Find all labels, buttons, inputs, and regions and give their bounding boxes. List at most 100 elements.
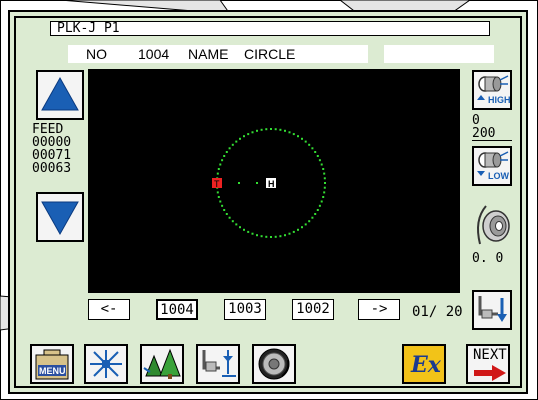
- menu-label: MENU: [39, 366, 66, 376]
- stitch-point: [324, 182, 326, 184]
- stitch-point: [297, 228, 299, 231]
- stitch-point: [221, 204, 224, 207]
- speed-high-button[interactable]: HIGH: [472, 70, 512, 110]
- stitch-point: [270, 128, 272, 130]
- stitch-point: [265, 128, 268, 131]
- stitch-point: [288, 131, 291, 134]
- expand-button[interactable]: [84, 344, 128, 384]
- pattern-item-1002[interactable]: 1002: [292, 299, 334, 320]
- stitch-point: [279, 235, 282, 238]
- stitch-point: [301, 226, 303, 229]
- stitch-point: [316, 209, 319, 211]
- no-label: NO: [86, 46, 107, 62]
- stitch-point: [318, 159, 321, 162]
- stitch-point: [239, 137, 241, 140]
- stitch-point: [304, 140, 307, 143]
- stitch-point: [231, 220, 234, 223]
- pattern-info: NO 1004 NAME CIRCLE: [68, 45, 368, 63]
- stitch-point: [235, 140, 238, 143]
- tension-dial-image: [472, 200, 512, 248]
- stitch-point: [274, 128, 277, 131]
- next-button[interactable]: NEXT: [466, 344, 510, 384]
- name-label: NAME: [188, 46, 229, 62]
- stitch-point: [318, 204, 321, 207]
- stitch-point: [239, 226, 241, 229]
- trees-button[interactable]: [140, 344, 184, 384]
- stitch-point: [260, 235, 263, 238]
- stitch-point: [314, 213, 317, 215]
- stitch-point: [323, 177, 326, 180]
- stitch-point: [256, 234, 258, 237]
- needle-set-button[interactable]: [196, 344, 240, 384]
- menu-icon: [35, 349, 69, 380]
- stitch-point: [284, 129, 286, 132]
- stitch-point: [260, 128, 263, 131]
- stitch-point: [216, 191, 219, 194]
- prev-page-button[interactable]: <-: [88, 299, 130, 320]
- feed-down-button[interactable]: [36, 192, 84, 242]
- name-value: CIRCLE: [244, 46, 296, 62]
- stitch-point: [243, 135, 245, 138]
- stitch-point: [243, 228, 245, 231]
- pattern-item-1003[interactable]: 1003: [224, 299, 266, 320]
- stitch-point: [323, 191, 326, 194]
- expand-icon: [90, 350, 122, 378]
- stitch-point: [225, 151, 228, 153]
- feed-readout: FEED 00000 00071 00063: [32, 123, 86, 175]
- no-value: 1004: [138, 46, 170, 62]
- stitch-point: [223, 209, 226, 211]
- info-blank: [384, 45, 494, 63]
- stitch-point: [284, 234, 286, 237]
- stitch-point: [320, 200, 323, 203]
- stitch-point: [311, 147, 314, 150]
- stitch-point: [251, 232, 254, 235]
- stitch-point: [322, 196, 325, 198]
- stitch-point: [235, 223, 238, 226]
- stitch-point: [301, 137, 303, 140]
- start-marker-label: T: [214, 179, 220, 189]
- ex-button[interactable]: Ex: [402, 344, 446, 384]
- up-arrow-icon: [39, 73, 81, 117]
- stitch-point: [316, 155, 319, 157]
- down-arrow-icon: [39, 195, 81, 239]
- stitch-point: [228, 147, 231, 150]
- speed-low-label: LOW: [488, 171, 509, 181]
- feed-line-3: 00063: [32, 161, 72, 176]
- speed-high-label: HIGH: [488, 95, 511, 105]
- needle-down-button[interactable]: [472, 290, 512, 330]
- stitch-point: [270, 236, 272, 238]
- pattern-item-1004[interactable]: 1004: [156, 299, 198, 320]
- dial-button[interactable]: [252, 344, 296, 384]
- stitch-point: [231, 143, 234, 146]
- stitch-point: [314, 151, 317, 153]
- stitch-point: [292, 230, 295, 233]
- stitch-point: [311, 216, 314, 219]
- tension-dial-icon: [477, 205, 510, 245]
- stitch-point: [223, 155, 226, 157]
- needle-down-icon: [478, 296, 507, 322]
- tension-value: 0. 0: [472, 251, 504, 266]
- stitch-point: [308, 143, 311, 146]
- feed-up-button[interactable]: [36, 70, 84, 120]
- stitch-point: [323, 172, 326, 175]
- page-indicator: 01/ 20: [412, 304, 463, 320]
- pattern-canvas: TH: [212, 128, 326, 238]
- trees-icon: [143, 348, 181, 379]
- stitch-point: [217, 168, 220, 170]
- next-page-button[interactable]: ->: [358, 299, 400, 320]
- stitch-point: [247, 133, 250, 136]
- stitch-point: [304, 223, 307, 226]
- stitch-point: [292, 133, 295, 136]
- stitch-point: [279, 128, 282, 131]
- speed-low-button[interactable]: LOW: [472, 146, 512, 186]
- stitch-point: [308, 220, 311, 223]
- menu-button[interactable]: MENU: [30, 344, 74, 384]
- stitch-point: [256, 129, 258, 132]
- stitch-point: [247, 230, 250, 233]
- home-marker-label: H: [268, 179, 275, 189]
- stitch-point: [251, 131, 254, 134]
- stitch-point: [323, 186, 326, 189]
- title-bar: PLK-J P1: [50, 21, 490, 36]
- pattern-preview: TH: [88, 69, 460, 293]
- stitch-point: [221, 159, 224, 162]
